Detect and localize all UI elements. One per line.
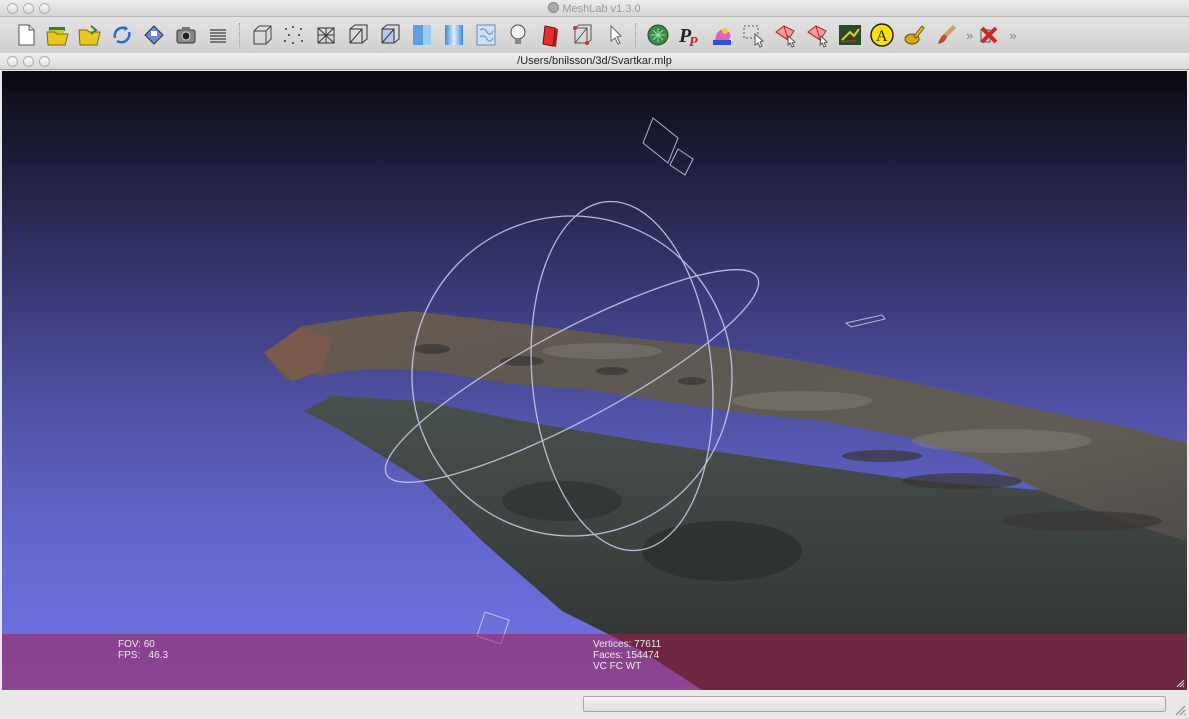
snapshot-icon <box>176 27 196 44</box>
annotate-icon: A <box>870 23 894 47</box>
layers-icon <box>210 29 226 43</box>
app-titlebar: MeshLab v1.3.0 <box>0 0 1189 17</box>
hidden-lines-button[interactable] <box>344 21 372 49</box>
new-document-button[interactable] <box>12 21 40 49</box>
layers-button[interactable] <box>204 21 232 49</box>
viewport-resize-grip[interactable] <box>1175 678 1185 688</box>
measure-tool-icon <box>647 24 669 46</box>
texture-icon <box>476 24 496 46</box>
paint-button[interactable] <box>708 21 736 49</box>
fov-label: FOV: 60 <box>118 639 155 650</box>
open-project-button[interactable] <box>44 21 72 49</box>
double-side-lighting-button[interactable] <box>536 21 564 49</box>
select-connected-icon <box>775 25 796 48</box>
annotate-button[interactable]: A <box>868 21 896 49</box>
fps-label: FPS: 46.3 <box>118 650 169 661</box>
open-project-icon <box>46 27 69 46</box>
hidden-lines-icon <box>349 24 368 44</box>
import-mesh-button[interactable] <box>76 21 104 49</box>
document-titlebar: /Users/bnilsson/3d/Svartkar.mlp <box>0 53 1189 70</box>
fancy-lighting-button[interactable] <box>568 21 596 49</box>
align-icon <box>839 25 861 45</box>
select-vertexes-icon <box>743 25 764 48</box>
texture-button[interactable] <box>472 21 500 49</box>
toolbar-separator <box>239 23 245 47</box>
pickpoints-button[interactable]: PP <box>676 21 704 49</box>
toolbar-overflow-button[interactable]: » <box>966 28 973 43</box>
mesh-scene[interactable] <box>2 71 1187 690</box>
light-icon <box>510 24 526 44</box>
new-document-icon <box>18 24 35 46</box>
flat-shading-icon <box>413 25 431 45</box>
wireframe-button[interactable] <box>312 21 340 49</box>
import-mesh-icon <box>78 25 101 46</box>
align-button[interactable] <box>836 21 864 49</box>
select-vertexes-button[interactable] <box>740 21 768 49</box>
measure-tool-button[interactable] <box>644 21 672 49</box>
app-title-text: MeshLab v1.3.0 <box>562 3 641 15</box>
select-connected-button[interactable] <box>772 21 800 49</box>
main-toolbar: PP A » » <box>0 17 1189 53</box>
bounding-box-button[interactable] <box>248 21 276 49</box>
wireframe-icon <box>317 27 335 44</box>
flat-shading-button[interactable] <box>408 21 436 49</box>
close-x-icon <box>980 26 998 44</box>
quality-mapper-button[interactable] <box>900 21 928 49</box>
reload-icon <box>113 26 131 44</box>
app-title: MeshLab v1.3.0 <box>0 2 1189 15</box>
bounding-box-icon <box>253 25 272 45</box>
smooth-shading-icon <box>445 25 463 45</box>
close-mesh-button[interactable] <box>975 21 1003 49</box>
reload-button[interactable] <box>108 21 136 49</box>
select-faces-button[interactable] <box>600 21 628 49</box>
svg-text:A: A <box>876 28 888 45</box>
info-overlay: FOV: 60 FPS: 46.3 Vertices: 77611 Faces:… <box>2 634 1187 690</box>
select-faces-icon <box>610 24 622 45</box>
save-button[interactable] <box>140 21 168 49</box>
flat-lines-button[interactable] <box>376 21 404 49</box>
svg-text:P: P <box>689 35 698 48</box>
render-flags-label: VC FC WT <box>593 661 642 672</box>
brush-button[interactable] <box>932 21 960 49</box>
meshlab-logo-icon <box>548 2 560 13</box>
snapshot-button[interactable] <box>172 21 200 49</box>
status-bar <box>0 690 1189 719</box>
brush-icon <box>938 25 956 44</box>
toolbar-overflow-button-2[interactable]: » <box>1009 28 1016 43</box>
move-selection-icon <box>807 25 828 48</box>
faces-label: Faces: 154474 <box>593 650 660 661</box>
quality-mapper-icon <box>904 25 925 45</box>
move-selection-button[interactable] <box>804 21 832 49</box>
window-resize-grip[interactable] <box>1174 704 1186 716</box>
smooth-shading-button[interactable] <box>440 21 468 49</box>
double-side-lighting-icon <box>542 25 558 47</box>
flat-lines-icon <box>381 24 400 44</box>
points-icon <box>284 26 303 44</box>
progress-bar <box>583 696 1166 712</box>
pickpoints-icon: PP <box>678 25 698 48</box>
meshlab-app: MeshLab v1.3.0 P P A » » /Users/bnilsson… <box>0 0 1189 719</box>
toolbar-separator <box>635 23 641 47</box>
document-title: /Users/bnilsson/3d/Svartkar.mlp <box>517 55 672 67</box>
fancy-lighting-icon <box>573 24 592 45</box>
paint-icon <box>713 28 731 45</box>
save-icon <box>144 25 164 45</box>
light-button[interactable] <box>504 21 532 49</box>
points-button[interactable] <box>280 21 308 49</box>
3d-viewport[interactable]: FOV: 60 FPS: 46.3 Vertices: 77611 Faces:… <box>2 71 1187 690</box>
vertices-label: Vertices: 77611 <box>593 639 662 650</box>
